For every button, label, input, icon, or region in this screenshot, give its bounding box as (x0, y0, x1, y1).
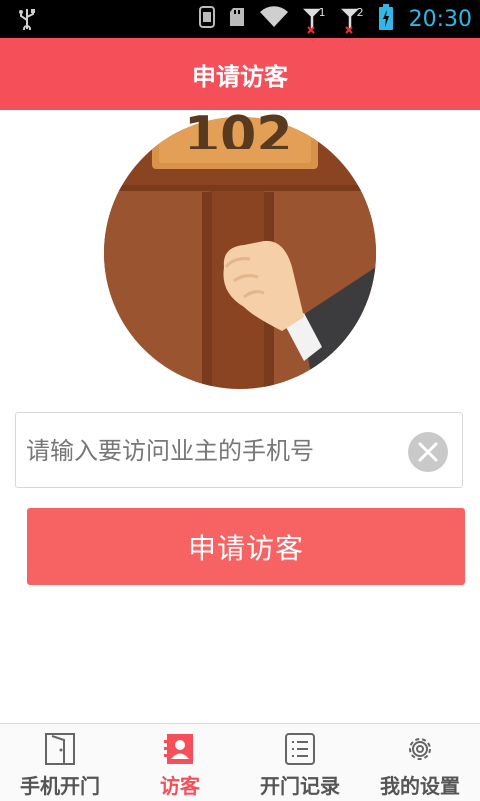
tab-my-settings[interactable]: 我的设置 (360, 724, 480, 801)
clear-input-button[interactable] (408, 432, 448, 472)
signal-slot-label: 1 (318, 6, 326, 19)
tab-label: 开门记录 (260, 774, 340, 798)
apply-visitor-button[interactable]: 申请访客 (27, 508, 465, 585)
status-time: 20:30 (408, 6, 472, 32)
tab-label: 手机开门 (20, 774, 100, 798)
knock-door-illustration: 102 (104, 109, 376, 389)
gear-icon (404, 732, 436, 766)
status-bar: 1 2 20:30 (0, 0, 480, 38)
header: 申请访客 (0, 38, 480, 110)
sdcard-icon (229, 7, 245, 31)
tab-label: 访客 (160, 774, 200, 798)
signal-slot-label: 2 (356, 6, 364, 19)
door-icon (44, 732, 76, 766)
visitor-card-icon (164, 732, 196, 766)
door-number: 102 (184, 109, 288, 149)
sim-icon (198, 6, 215, 32)
page-title: 申请访客 (192, 62, 288, 91)
phone-input[interactable] (24, 413, 408, 489)
usb-icon (18, 8, 36, 34)
list-icon (284, 732, 316, 766)
tab-label: 我的设置 (380, 774, 460, 798)
signal-icon: 2 (340, 4, 365, 34)
close-icon (418, 442, 438, 462)
phone-input-box (15, 412, 463, 489)
tab-open-records[interactable]: 开门记录 (240, 724, 360, 801)
bottom-tab-bar: 手机开门 访客 开门记录 我的设置 (0, 723, 480, 801)
tab-visitor[interactable]: 访客 (120, 724, 240, 801)
status-icons: 1 2 20:30 (198, 0, 472, 38)
signal-icon: 1 (302, 4, 327, 34)
apply-visitor-button-label: 申请访客 (187, 531, 304, 565)
wifi-icon (259, 6, 289, 32)
tab-phone-open-door[interactable]: 手机开门 (0, 724, 120, 801)
battery-charging-icon (378, 4, 393, 34)
